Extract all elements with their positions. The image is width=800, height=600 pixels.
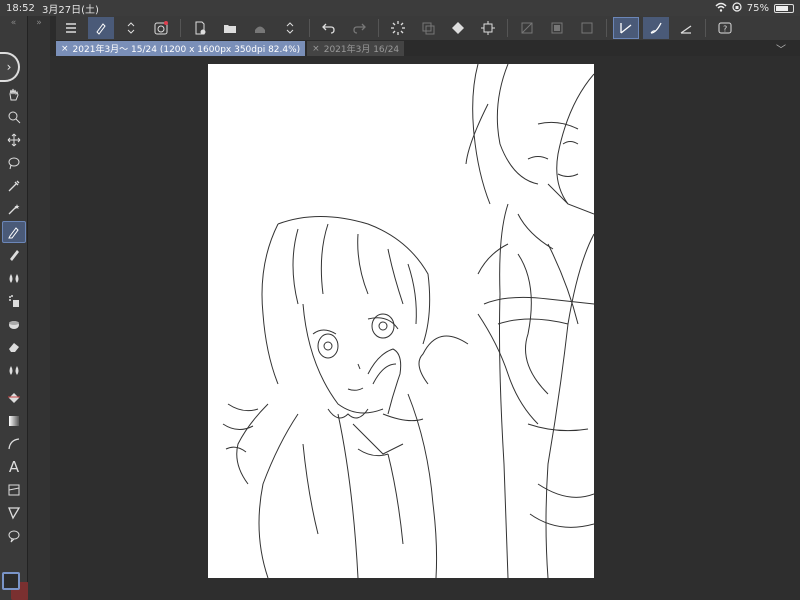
toolbar-separator	[705, 19, 706, 37]
battery-icon	[774, 3, 794, 13]
toolbar-separator	[180, 19, 181, 37]
loading-icon[interactable]	[385, 17, 411, 39]
balloon-icon[interactable]	[2, 525, 26, 547]
toolbar-separator	[606, 19, 607, 37]
tab-label: 2021年3月 16/24	[323, 45, 400, 55]
snap-grid-icon[interactable]	[574, 17, 600, 39]
eraser-icon[interactable]	[2, 336, 26, 358]
status-right: 75%	[715, 1, 794, 15]
text-icon[interactable]: A	[2, 456, 26, 478]
pen-tool-icon[interactable]	[88, 17, 114, 39]
eyedropper-icon[interactable]	[2, 175, 26, 197]
expand-chevron-icon[interactable]: »	[28, 16, 50, 30]
no-snap-icon[interactable]	[514, 17, 540, 39]
canvas-area[interactable]	[50, 56, 800, 600]
save-icon[interactable]	[247, 17, 273, 39]
drawing-canvas[interactable]	[208, 64, 594, 578]
tool-palette: « A	[0, 16, 29, 600]
document-tabs: × 2021年3月～ 15/24 (1200 x 1600px 350dpi 8…	[56, 40, 800, 56]
zoom-select-icon[interactable]	[2, 106, 26, 128]
lasso-icon[interactable]	[2, 152, 26, 174]
status-date: 3月27日(土)	[42, 4, 99, 16]
move-icon[interactable]	[2, 129, 26, 151]
collapse-chevron-icon[interactable]: «	[0, 16, 27, 30]
brush-icon[interactable]	[2, 267, 26, 289]
gradient-icon[interactable]	[2, 410, 26, 432]
line-art-illustration	[222, 64, 594, 578]
status-bar: 18:52 3月27日(土) 75%	[0, 0, 800, 16]
tab-document-2[interactable]: × 2021年3月 16/24	[307, 41, 405, 56]
brush-snap-icon[interactable]	[643, 17, 669, 39]
close-icon[interactable]: ×	[61, 44, 69, 54]
secondary-panel: »	[28, 16, 50, 600]
decoration-icon[interactable]	[2, 313, 26, 335]
quick-access-icon[interactable]	[148, 17, 174, 39]
ruler-icon[interactable]	[2, 502, 26, 524]
menu-icon[interactable]	[58, 17, 84, 39]
blend-icon[interactable]	[2, 359, 26, 381]
pen-snap-icon[interactable]	[613, 17, 639, 39]
pen-icon[interactable]	[2, 221, 26, 243]
hand-icon[interactable]	[2, 83, 26, 105]
stepper-icon[interactable]	[118, 17, 144, 39]
battery-percent: 75%	[746, 2, 769, 14]
help-icon[interactable]: ?	[712, 17, 738, 39]
top-toolbar: ?	[56, 16, 800, 40]
svg-text:?: ?	[723, 25, 727, 34]
status-time: 18:52	[6, 2, 35, 14]
chevron-down-icon[interactable]: ﹀	[776, 41, 800, 56]
pencil-icon[interactable]	[2, 244, 26, 266]
magic-wand-icon[interactable]	[2, 198, 26, 220]
toolbar-separator	[507, 19, 508, 37]
stepper-icon[interactable]	[277, 17, 303, 39]
airbrush-icon[interactable]	[2, 290, 26, 312]
orientation-lock-icon	[732, 1, 742, 15]
wifi-icon	[715, 2, 727, 15]
crop-icon[interactable]	[475, 17, 501, 39]
undo-icon[interactable]	[316, 17, 342, 39]
redo-icon[interactable]	[346, 17, 372, 39]
open-file-icon[interactable]	[217, 17, 243, 39]
new-file-icon[interactable]	[187, 17, 213, 39]
close-icon[interactable]: ×	[312, 44, 320, 54]
main-color-swatch[interactable]	[2, 572, 20, 590]
fill-layer-icon[interactable]	[445, 17, 471, 39]
frame-icon[interactable]	[2, 479, 26, 501]
layer-copy-icon[interactable]	[415, 17, 441, 39]
curve-icon[interactable]	[2, 433, 26, 455]
toolbar-separator	[378, 19, 379, 37]
line-snap-icon[interactable]	[673, 17, 699, 39]
snap-ruler-icon[interactable]	[544, 17, 570, 39]
tab-label: 2021年3月～ 15/24 (1200 x 1600px 350dpi 82.…	[72, 45, 301, 55]
tab-document-1[interactable]: × 2021年3月～ 15/24 (1200 x 1600px 350dpi 8…	[56, 41, 306, 56]
toolbar-separator	[309, 19, 310, 37]
fill-icon[interactable]	[2, 387, 26, 409]
